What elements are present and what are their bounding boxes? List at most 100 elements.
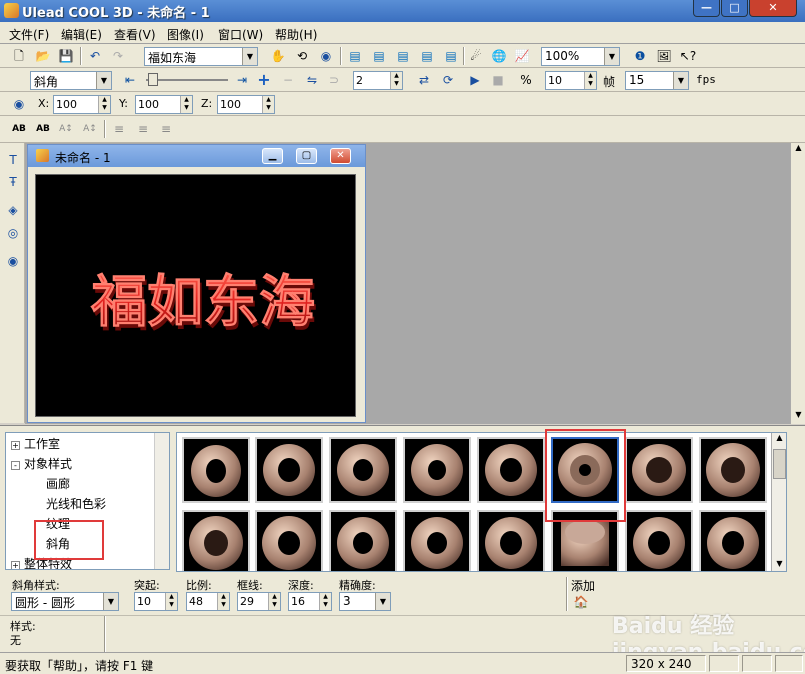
spin-arrows-icon[interactable]: ▲ ▼: [165, 593, 177, 610]
expand-icon[interactable]: +: [11, 441, 20, 450]
doc-minimize-button[interactable]: ▁: [262, 148, 283, 164]
frame-spin[interactable]: 2 ▲ ▼: [353, 71, 403, 90]
border-spin[interactable]: 29 ▲ ▼: [237, 592, 281, 611]
menu-file[interactable]: 文件(F): [9, 26, 49, 43]
spin-arrows-icon[interactable]: ▲ ▼: [262, 96, 274, 113]
spin-arrows-icon[interactable]: ▲ ▼: [268, 593, 280, 610]
open-folder-icon[interactable]: 📂: [33, 46, 53, 66]
tree-item-light-color[interactable]: 光线和色彩: [46, 495, 106, 512]
spin-arrows-icon[interactable]: ▲ ▼: [584, 72, 596, 89]
text-down-icon[interactable]: A↕: [80, 119, 100, 139]
bevel-thumbnail[interactable]: [403, 437, 471, 503]
menu-view[interactable]: 查看(V): [114, 26, 156, 43]
spin-arrows-icon[interactable]: ▲ ▼: [98, 96, 110, 113]
view-top-icon[interactable]: ▤: [441, 46, 461, 66]
spin-arrows-icon[interactable]: ▲ ▼: [319, 593, 331, 610]
bevel-thumbnail[interactable]: [255, 437, 323, 503]
undo-icon[interactable]: ↶: [85, 46, 105, 66]
text-combo[interactable]: 福如东海 ▼: [144, 47, 258, 66]
gallery-scrollbar[interactable]: ▲ ▼: [771, 433, 786, 571]
minimize-button[interactable]: —: [693, 0, 720, 17]
light-icon[interactable]: ☄: [466, 46, 486, 66]
menu-help[interactable]: 帮助(H): [275, 26, 317, 43]
bevel-thumbnail[interactable]: [182, 510, 250, 571]
first-frame-icon[interactable]: ⇤: [120, 70, 140, 90]
chart-icon[interactable]: 📈: [512, 46, 532, 66]
rewind-icon[interactable]: ⊃: [324, 70, 344, 90]
spin-arrows-icon[interactable]: ▲ ▼: [217, 593, 229, 610]
insert-text-icon[interactable]: T: [3, 150, 23, 170]
scale-spin[interactable]: 48 ▲ ▼: [186, 592, 230, 611]
remove-keyframe-icon[interactable]: −: [278, 70, 298, 90]
align-left-icon[interactable]: ≡: [109, 119, 129, 139]
collapse-icon[interactable]: -: [11, 461, 20, 470]
bevel-thumbnail[interactable]: [699, 510, 767, 571]
close-button[interactable]: ✕: [749, 0, 797, 17]
text-3d-object[interactable]: 福如东海: [90, 270, 316, 336]
view-front-icon[interactable]: ▤: [345, 46, 365, 66]
depth-spin[interactable]: 16 ▲ ▼: [288, 592, 332, 611]
play-icon[interactable]: ▶: [465, 70, 485, 90]
position-icon[interactable]: ◉: [9, 94, 29, 114]
view-back-icon[interactable]: ▤: [369, 46, 389, 66]
help-pointer-icon[interactable]: ↖?: [678, 46, 698, 66]
tree-scrollbar[interactable]: [154, 433, 169, 569]
save-icon[interactable]: 💾: [56, 46, 76, 66]
workspace-scrollbar[interactable]: ▲ ▼: [790, 143, 805, 424]
doc-maximize-button[interactable]: ▢: [296, 148, 317, 164]
spin-arrows-icon[interactable]: ▲ ▼: [180, 96, 192, 113]
object-type-combo[interactable]: 斜角 ▼: [30, 71, 112, 90]
geometry-icon[interactable]: ◉: [3, 251, 23, 271]
bevel-thumbnail[interactable]: [477, 510, 545, 571]
fps-combo[interactable]: 15 ▼: [625, 71, 689, 90]
view-left-icon[interactable]: ▤: [393, 46, 413, 66]
align-center-icon[interactable]: ≡: [133, 119, 153, 139]
select-icon[interactable]: ◉: [316, 46, 336, 66]
protrude-spin[interactable]: 10 ▲ ▼: [134, 592, 178, 611]
expand-icon[interactable]: +: [11, 561, 20, 569]
bevel-thumbnail[interactable]: [625, 510, 693, 571]
y-spin[interactable]: 100 ▲ ▼: [135, 95, 193, 114]
new-file-icon[interactable]: 🗋: [9, 46, 29, 66]
z-spin[interactable]: 100 ▲ ▼: [217, 95, 275, 114]
last-frame-icon[interactable]: ⇥: [232, 70, 252, 90]
tree-item-object-style[interactable]: - 对象样式: [11, 455, 72, 472]
scroll-up-icon[interactable]: ▲: [773, 433, 786, 447]
bevel-thumbnail[interactable]: [403, 510, 471, 571]
precision-combo[interactable]: 3 ▼: [339, 592, 391, 611]
add-to-gallery-icon[interactable]: 🏠: [571, 592, 591, 612]
scroll-down-icon[interactable]: ▼: [773, 559, 786, 571]
zoom-combo[interactable]: 100% ▼: [541, 47, 620, 66]
timeline-slider[interactable]: [146, 73, 228, 87]
bevel-thumbnail[interactable]: [329, 437, 397, 503]
bevel-thumbnail[interactable]: [255, 510, 323, 571]
stop-icon[interactable]: ■: [488, 70, 508, 90]
refresh-icon[interactable]: ⟳: [438, 70, 458, 90]
spin-arrows-icon[interactable]: ▲ ▼: [390, 72, 402, 89]
bevel-style-combo[interactable]: 圆形 - 圆形 ▼: [11, 592, 119, 611]
scroll-thumb[interactable]: [773, 449, 786, 479]
menu-edit[interactable]: 编辑(E): [61, 26, 102, 43]
percent-icon[interactable]: %: [516, 70, 536, 90]
bevel-thumbnail[interactable]: [329, 510, 397, 571]
bevel-thumbnail[interactable]: [477, 437, 545, 503]
globe-icon[interactable]: 🌐: [489, 46, 509, 66]
edit-object-icon[interactable]: ◎: [3, 223, 23, 243]
edit-text-icon[interactable]: Ŧ: [3, 172, 23, 192]
object-info-icon[interactable]: ❶: [630, 46, 650, 66]
bevel-thumbnail[interactable]: [699, 437, 767, 503]
loop-icon[interactable]: ⇄: [414, 70, 434, 90]
menu-window[interactable]: 窗口(W): [218, 26, 263, 43]
bevel-thumbnail[interactable]: [625, 437, 693, 503]
insert-object-icon[interactable]: ◈: [3, 200, 23, 220]
add-keyframe-icon[interactable]: +: [254, 70, 274, 90]
frames-spin[interactable]: 10 ▲ ▼: [545, 71, 597, 90]
menu-image[interactable]: 图像(I): [167, 26, 204, 43]
redo-icon[interactable]: ↷: [108, 46, 128, 66]
bevel-thumbnail[interactable]: [182, 437, 250, 503]
reverse-icon[interactable]: ⇋: [302, 70, 322, 90]
text-spacing-icon[interactable]: AB: [9, 119, 29, 139]
tree-item-studio[interactable]: + 工作室: [11, 435, 60, 452]
maximize-button[interactable]: □: [721, 0, 748, 17]
doc-close-button[interactable]: ✕: [330, 148, 351, 164]
